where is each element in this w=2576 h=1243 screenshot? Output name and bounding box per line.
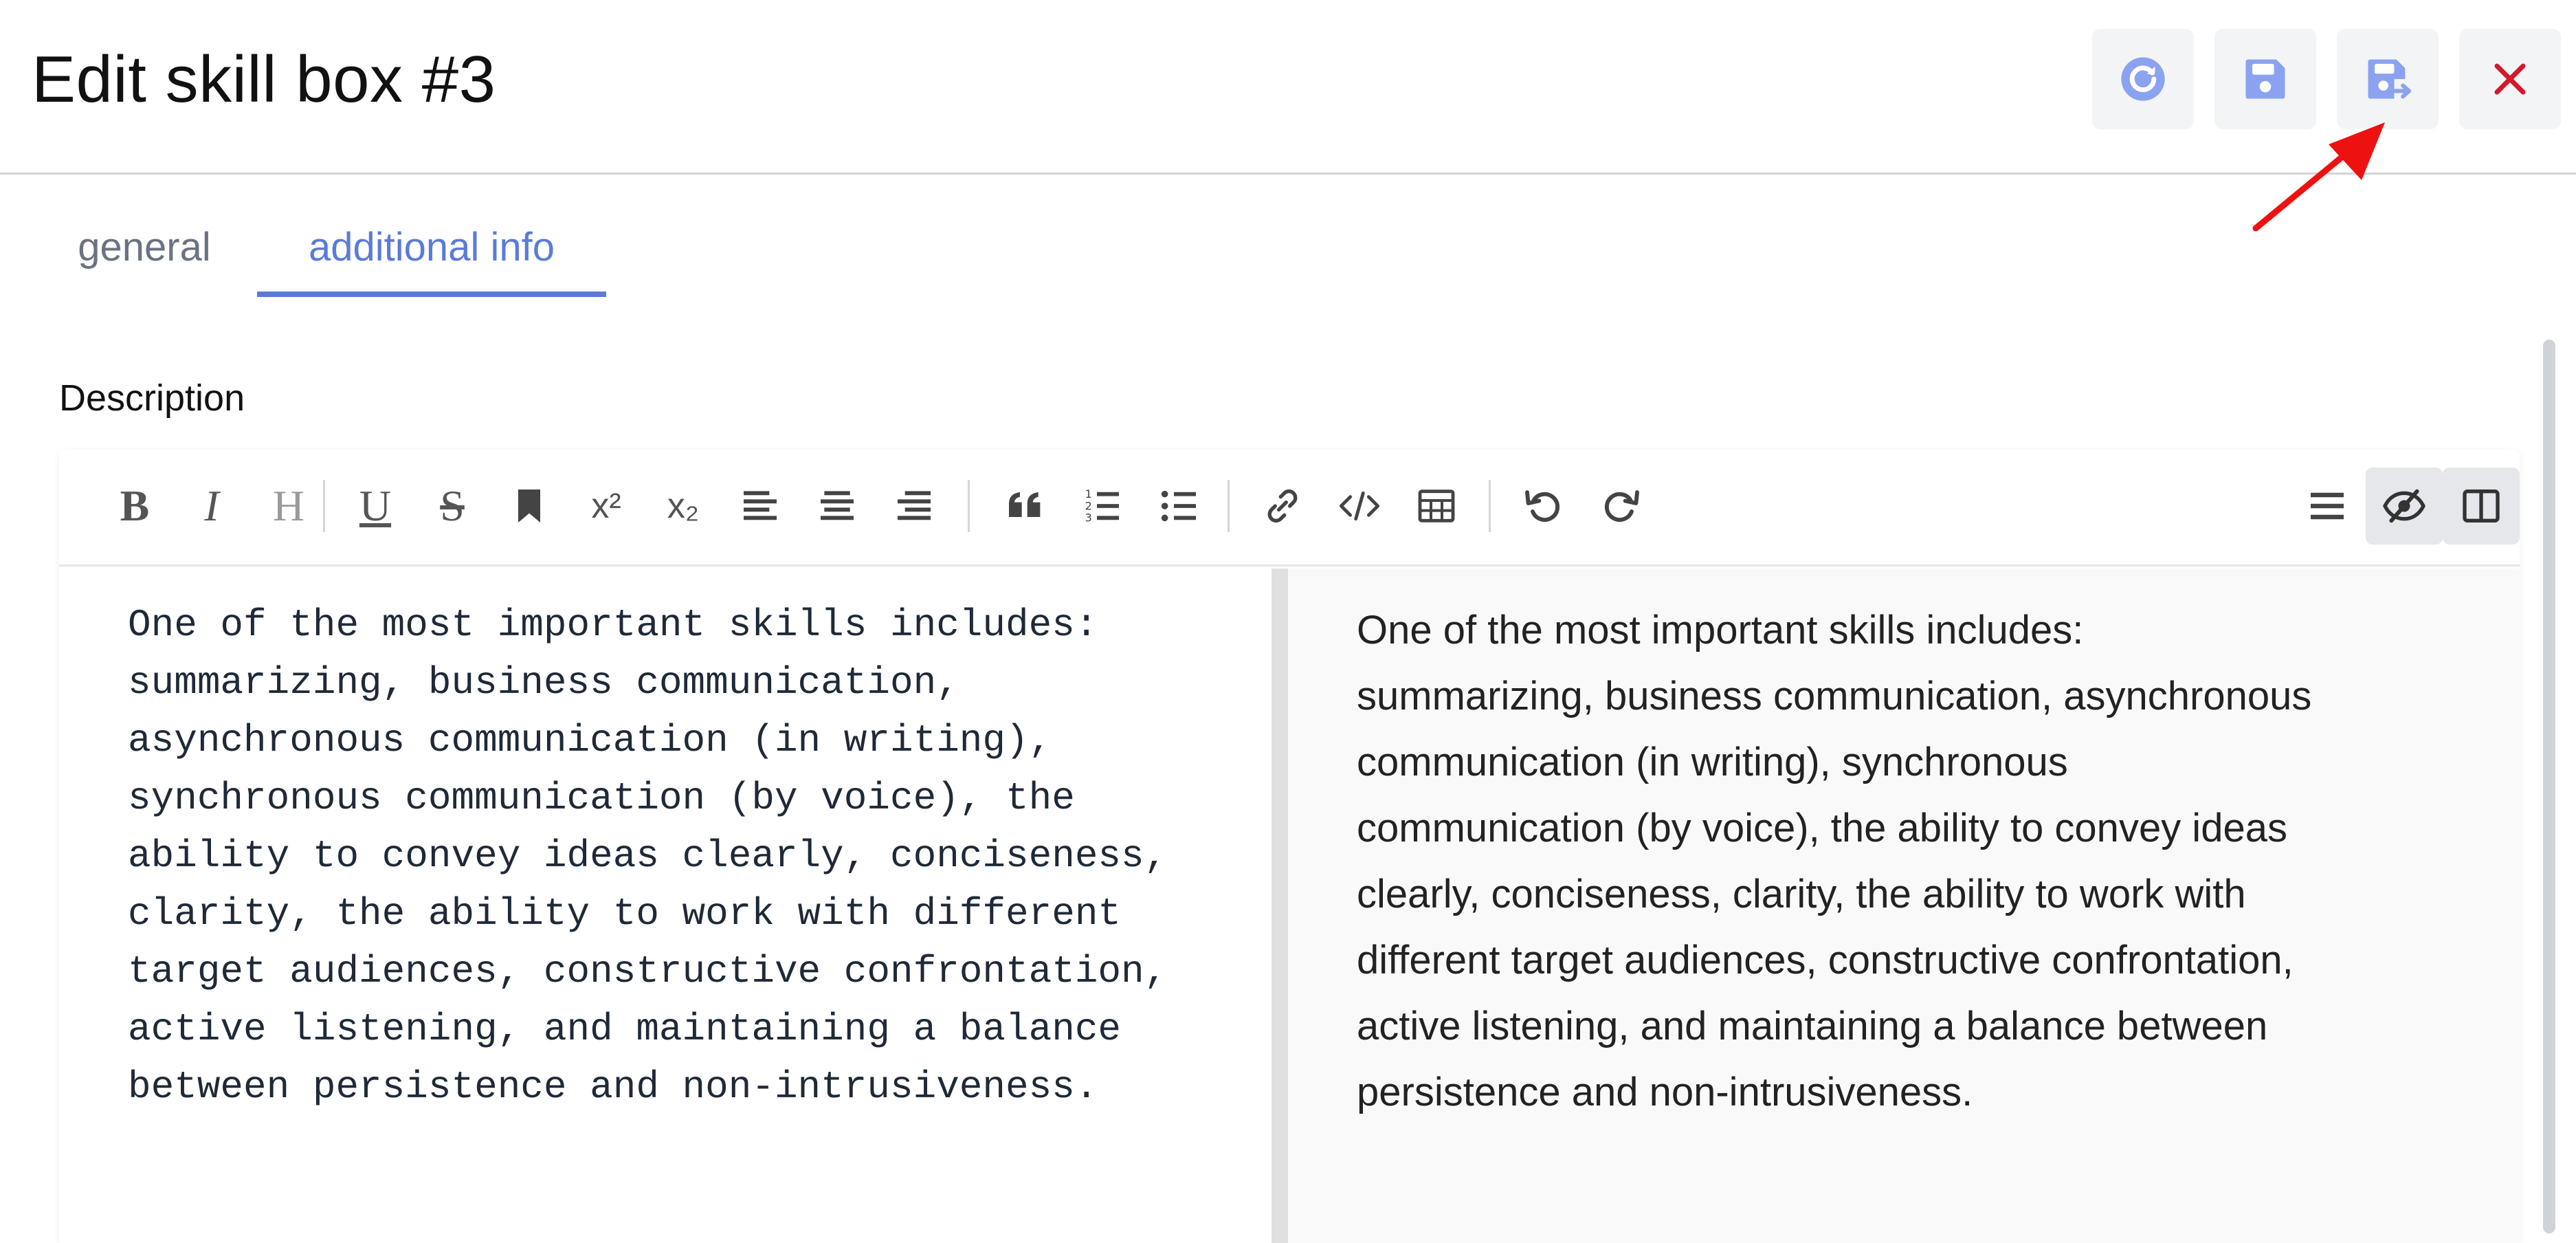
align-center-button[interactable]	[799, 468, 876, 544]
undo-icon	[1525, 490, 1559, 522]
ordered-list-button[interactable]: 1 2 3	[1064, 468, 1141, 544]
italic-icon: I	[204, 481, 219, 530]
markdown-source-text[interactable]: One of the most important skills include…	[128, 596, 1255, 1116]
preview-line: communication (by voice), the ability to…	[1357, 806, 2287, 850]
link-button[interactable]	[1244, 468, 1321, 544]
unordered-list-icon	[1161, 490, 1196, 522]
close-button[interactable]	[2459, 29, 2561, 129]
tab-bar: general additional info	[0, 206, 687, 297]
source-line: synchronous communication (by voice), th…	[128, 776, 1075, 820]
preview-line: One of the most important skills include…	[1357, 608, 2084, 652]
underline-icon: U	[359, 481, 392, 530]
toolbar-separator	[1228, 480, 1230, 532]
table-button[interactable]	[1398, 468, 1475, 544]
split-view-icon	[2463, 490, 2500, 522]
description-label: Description	[59, 377, 245, 419]
toolbar-separator	[1489, 480, 1491, 532]
source-line: summarizing, business communication,	[128, 661, 959, 705]
page-title: Edit skill box #3	[32, 43, 496, 116]
ordered-list-icon: 1 2 3	[1085, 487, 1119, 525]
svg-text:3: 3	[1085, 512, 1092, 525]
bold-button[interactable]: B	[96, 468, 173, 544]
source-line: clarity, the ability to work with differ…	[128, 892, 1122, 936]
markdown-source-pane[interactable]: One of the most important skills include…	[59, 569, 1272, 1243]
markdown-editor: B I H U S x² x₂ 1 2 3 One of the most im…	[59, 450, 2520, 1243]
markdown-preview-pane: One of the most important skills include…	[1288, 569, 2520, 1243]
source-line: between persistence and non-intrusivenes…	[128, 1065, 1098, 1109]
toolbar-separator	[323, 480, 325, 532]
toolbar-separator	[968, 480, 970, 532]
save-icon	[2245, 59, 2285, 99]
source-line: One of the most important skills include…	[128, 603, 1098, 647]
save-and-close-button[interactable]	[2337, 29, 2439, 129]
italic-button[interactable]: I	[173, 468, 250, 544]
strikethrough-button[interactable]: S	[414, 468, 491, 544]
heading-icon: H	[272, 481, 305, 530]
superscript-icon: x²	[591, 486, 621, 526]
dialog-header: Edit skill box #3	[0, 0, 2576, 175]
preview-line: communication (in writing), synchronous	[1357, 740, 2068, 784]
bold-icon: B	[120, 481, 150, 530]
refresh-button[interactable]	[2092, 29, 2194, 129]
svg-text:2: 2	[1085, 499, 1092, 512]
source-line: asynchronous communication (in writing),	[128, 718, 1052, 762]
subscript-button[interactable]: x₂	[645, 468, 722, 544]
code-icon	[1339, 491, 1380, 521]
redo-button[interactable]	[1582, 468, 1659, 544]
menu-icon	[2311, 492, 2344, 520]
menu-button[interactable]	[2289, 468, 2366, 544]
unordered-list-button[interactable]	[1141, 468, 1218, 544]
editor-toolbar: B I H U S x² x₂ 1 2 3	[59, 450, 2520, 566]
annotation-arrow	[2252, 122, 2385, 232]
svg-text:1: 1	[1085, 487, 1092, 500]
redo-icon	[1605, 490, 1639, 522]
underline-button[interactable]: U	[337, 468, 414, 544]
pane-divider[interactable]	[1272, 569, 1288, 1243]
save-button[interactable]	[2214, 29, 2316, 129]
link-icon	[1267, 489, 1298, 523]
undo-button[interactable]	[1505, 468, 1582, 544]
scrollbar[interactable]	[2543, 340, 2555, 1233]
refresh-icon	[2121, 57, 2165, 101]
table-icon	[1418, 490, 1455, 522]
preview-line: different target audiences, constructive…	[1357, 938, 2294, 982]
source-line: ability to convey ideas clearly, concise…	[128, 834, 1168, 878]
superscript-button[interactable]: x²	[568, 468, 645, 544]
split-view-button[interactable]	[2443, 468, 2520, 544]
subscript-icon: x₂	[667, 486, 700, 526]
bookmark-icon	[518, 490, 540, 522]
tab-additional-info[interactable]: additional info	[257, 206, 606, 297]
close-icon	[2494, 63, 2526, 95]
preview-line: active listening, and maintaining a bala…	[1357, 1004, 2268, 1048]
preview-toggle-icon	[2383, 489, 2425, 523]
source-line: target audiences, constructive confronta…	[128, 949, 1168, 993]
align-left-icon	[744, 491, 777, 520]
tab-general[interactable]: general	[55, 206, 234, 297]
source-line: active listening, and maintaining a bala…	[128, 1007, 1122, 1051]
preview-toggle-button[interactable]	[2366, 468, 2443, 544]
code-button[interactable]	[1321, 468, 1398, 544]
quote-button[interactable]	[987, 468, 1064, 544]
preview-line: summarizing, business communication, asy…	[1357, 674, 2312, 718]
quote-icon	[1009, 492, 1041, 517]
heading-button[interactable]: H	[250, 468, 327, 544]
strikethrough-icon: S	[440, 481, 465, 530]
bookmark-button[interactable]	[491, 468, 568, 544]
align-left-button[interactable]	[722, 468, 799, 544]
align-center-icon	[821, 491, 854, 520]
preview-text: One of the most important skills include…	[1357, 597, 2470, 1125]
preview-line: persistence and non-intrusiveness.	[1357, 1070, 1973, 1114]
align-right-button[interactable]	[876, 468, 953, 544]
save-and-close-icon	[2368, 59, 2412, 99]
align-right-icon	[898, 491, 931, 520]
preview-line: clearly, conciseness, clarity, the abili…	[1357, 872, 2246, 916]
